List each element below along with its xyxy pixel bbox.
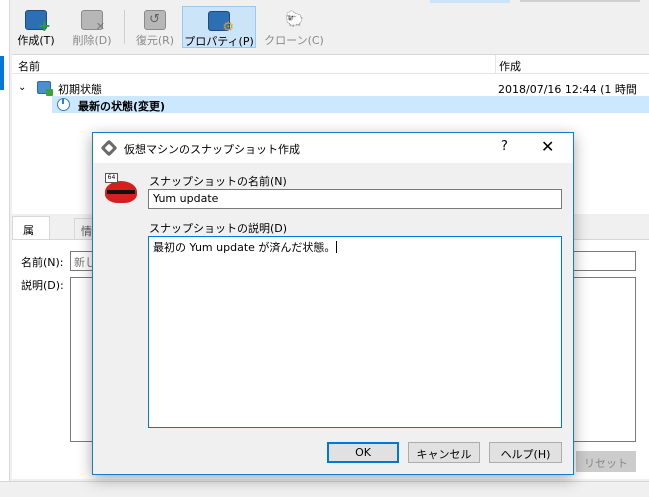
clone-label: クローン(C) [264, 34, 324, 47]
close-icon[interactable]: ✕ [541, 137, 554, 156]
left-panel-edge [0, 0, 10, 497]
chevron-down-icon[interactable]: ⌄ [18, 82, 26, 93]
snapshot-toolbar: 作成(T) 削除(D) 復元(R) プロパティ(P) クローン(C) [12, 4, 649, 50]
camera-delete-icon [81, 10, 105, 33]
dialog-title: 仮想マシンのスナップショット作成 [124, 143, 300, 156]
restore-snapshot-button[interactable]: 復元(R) [132, 6, 178, 48]
attr-name-label: 名前(N): [21, 256, 64, 269]
sheep-clone-icon [283, 10, 305, 30]
delete-label: 削除(D) [72, 34, 112, 47]
tab-attributes[interactable]: 属性(A) [12, 216, 51, 267]
ok-button[interactable]: OK [327, 442, 399, 463]
create-label: 作成(T) [17, 34, 55, 47]
attr-desc-label: 説明(D): [21, 279, 64, 292]
snapshot-desc-field[interactable]: 最初の Yum update が済んだ状態。 [148, 236, 562, 428]
snapshot-desc-text: 最初の Yum update が済んだ状態。 [153, 241, 336, 254]
current-state-label: 最新の状態(変更) [78, 100, 166, 113]
dialog-titlebar[interactable]: 仮想マシンのスナップショット作成 ? ✕ [93, 133, 573, 163]
redhat-band [107, 190, 135, 194]
camera-gear-icon [208, 11, 234, 35]
tree-row-current-state[interactable]: 最新の状態(変更) [52, 96, 649, 113]
properties-button[interactable]: プロパティ(P) [182, 6, 256, 48]
top-tab-edge-2 [520, 0, 640, 2]
column-created-header[interactable]: 作成 [499, 58, 521, 74]
snapshot-vm-icon [37, 81, 53, 96]
virtualbox-icon [100, 139, 118, 157]
restore-label: 復元(R) [135, 34, 175, 47]
snapshot-name-label: スナップショットの名前(N) [149, 175, 287, 188]
bottom-strip [0, 481, 649, 497]
properties-label: プロパティ(P) [184, 35, 254, 48]
create-snapshot-button[interactable]: 作成(T) [14, 6, 58, 48]
reset-button[interactable]: リセット [576, 451, 636, 472]
column-separator[interactable] [495, 55, 496, 74]
camera-add-icon [25, 10, 51, 35]
camera-restore-icon [144, 10, 166, 30]
clone-button[interactable]: クローン(C) [264, 6, 324, 48]
delete-snapshot-button[interactable]: 削除(D) [68, 6, 116, 48]
snapshot-name-field[interactable]: Yum update [148, 189, 562, 209]
text-caret [336, 241, 338, 253]
selection-marker [0, 56, 4, 90]
redhat-os-icon: 64 [105, 173, 137, 205]
toolbar-separator [124, 10, 125, 44]
column-name-header[interactable]: 名前 [18, 58, 40, 74]
tree-row-initial[interactable]: ⌄ 初期状態 2018/07/16 12:44 (1 時間 前) [12, 79, 649, 112]
snapshot-desc-label: スナップショットの説明(D) [149, 222, 288, 235]
help-icon[interactable]: ? [501, 139, 508, 154]
os-64bit-badge: 64 [105, 173, 118, 183]
help-button[interactable]: ヘルプ(H) [489, 442, 562, 463]
tree-header: 名前 作成 [12, 55, 649, 74]
snapshot-name: 初期状態 [58, 83, 102, 96]
top-tab-edge [430, 0, 510, 3]
cancel-button[interactable]: キャンセル [408, 442, 480, 463]
power-icon [57, 98, 70, 111]
create-snapshot-dialog: 仮想マシンのスナップショット作成 ? ✕ 64 スナップショットの名前(N) Y… [92, 132, 574, 475]
